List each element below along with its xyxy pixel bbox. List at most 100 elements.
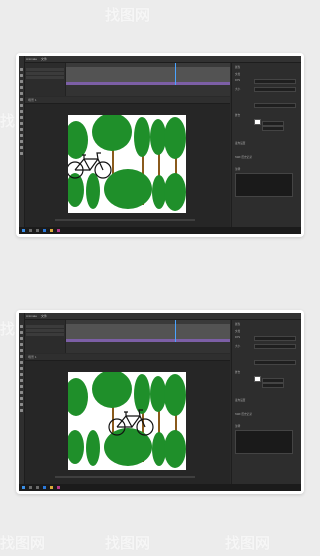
text-tool-icon[interactable] (20, 98, 23, 101)
line-tool-icon[interactable] (20, 361, 23, 364)
layer-row[interactable] (26, 68, 64, 71)
stage-area: 场景 1 (25, 97, 230, 227)
zoom-icon[interactable] (20, 409, 23, 412)
taskview-icon[interactable] (36, 229, 39, 232)
subselect-tool-icon[interactable] (20, 331, 23, 334)
animate-icon[interactable] (57, 229, 60, 232)
windows-icon[interactable] (22, 229, 25, 232)
playhead[interactable] (175, 63, 176, 85)
hand-icon[interactable] (20, 146, 23, 149)
option-field[interactable] (262, 126, 284, 131)
menu-item[interactable]: 文件 (41, 314, 47, 318)
timeline-panel (25, 63, 230, 96)
free-transform-icon[interactable] (20, 80, 23, 83)
tree (134, 117, 150, 157)
notes-textarea[interactable] (235, 173, 293, 197)
fps-label: FPS (235, 79, 241, 82)
layer-row[interactable] (26, 76, 64, 79)
stage-color-swatch[interactable] (254, 376, 261, 382)
stage-canvas[interactable] (68, 372, 186, 470)
watermark: 找图网 (105, 6, 151, 24)
notes-label: 注释 (235, 168, 241, 171)
layer-row[interactable] (26, 325, 64, 328)
eyedropper-icon[interactable] (20, 391, 23, 394)
properties-tab[interactable]: 属性 (235, 322, 240, 326)
size-label: 大小 (235, 345, 241, 348)
explorer-icon[interactable] (50, 229, 53, 232)
size-field[interactable] (254, 87, 296, 92)
search-icon[interactable] (29, 229, 32, 232)
layer-row[interactable] (26, 72, 64, 75)
menu-item[interactable]: Animate (26, 57, 37, 61)
stage-label: 舞台 (235, 114, 241, 117)
stage-scrollbar[interactable] (55, 476, 195, 478)
size-label: 大小 (235, 88, 241, 91)
size-field[interactable] (254, 344, 296, 349)
animate-window: Animate 文件 场景 1 属性 文档 FPS 大小 舞台 发布设置 SWF… (19, 56, 301, 234)
frames-grid[interactable] (66, 67, 230, 82)
bucket-icon[interactable] (20, 385, 23, 388)
zoom-icon[interactable] (20, 152, 23, 155)
line-tool-icon[interactable] (20, 104, 23, 107)
fps-field[interactable] (254, 336, 296, 341)
bucket-icon[interactable] (20, 128, 23, 131)
swf-history-label: SWF 历史记录 (235, 156, 252, 159)
explorer-icon[interactable] (50, 486, 53, 489)
rect-tool-icon[interactable] (20, 110, 23, 113)
publish-label: 发布设置 (235, 142, 246, 145)
swf-history-label: SWF 历史记录 (235, 413, 252, 416)
properties-tab[interactable]: 属性 (235, 65, 240, 69)
tween-span[interactable] (66, 339, 230, 342)
text-tool-icon[interactable] (20, 355, 23, 358)
pencil-icon[interactable] (20, 116, 23, 119)
select-tool-icon[interactable] (20, 325, 23, 328)
stage-field[interactable] (254, 360, 296, 365)
menu-item[interactable]: 文件 (41, 57, 47, 61)
edge-icon[interactable] (43, 229, 46, 232)
edge-icon[interactable] (43, 486, 46, 489)
taskview-icon[interactable] (36, 486, 39, 489)
hand-icon[interactable] (20, 403, 23, 406)
menu-item[interactable]: Animate (26, 314, 37, 318)
brush-icon[interactable] (20, 122, 23, 125)
tree (164, 430, 186, 468)
free-transform-icon[interactable] (20, 337, 23, 340)
subselect-tool-icon[interactable] (20, 74, 23, 77)
lasso-icon[interactable] (20, 343, 23, 346)
tree (92, 372, 132, 408)
scene-tab[interactable]: 场景 1 (25, 354, 230, 361)
layer-row[interactable] (26, 329, 64, 332)
pen-icon[interactable] (20, 349, 23, 352)
eraser-icon[interactable] (20, 397, 23, 400)
brush-icon[interactable] (20, 379, 23, 382)
layer-row[interactable] (26, 333, 64, 336)
playhead[interactable] (175, 320, 176, 342)
rect-tool-icon[interactable] (20, 367, 23, 370)
pencil-icon[interactable] (20, 373, 23, 376)
bicycle-drawing (108, 409, 154, 436)
properties-panel: 属性 文档 FPS 大小 舞台 发布设置 SWF 历史记录 注释 (231, 63, 301, 234)
search-icon[interactable] (29, 486, 32, 489)
tween-span[interactable] (66, 82, 230, 85)
stage-field[interactable] (254, 103, 296, 108)
select-tool-icon[interactable] (20, 68, 23, 71)
stage-scrollbar[interactable] (55, 219, 195, 221)
eraser-icon[interactable] (20, 140, 23, 143)
option-field[interactable] (262, 383, 284, 388)
fps-field[interactable] (254, 79, 296, 84)
stage-label: 舞台 (235, 371, 241, 374)
notes-label: 注释 (235, 425, 241, 428)
windows-icon[interactable] (22, 486, 25, 489)
stage-canvas[interactable] (68, 115, 186, 213)
eyedropper-icon[interactable] (20, 134, 23, 137)
animate-icon[interactable] (57, 486, 60, 489)
timeline-panel (25, 320, 230, 353)
lasso-icon[interactable] (20, 86, 23, 89)
screenshot-card: Animate 文件 场景 1 属性 文档 FPS 大小 舞台 发布设置 SWF… (16, 53, 304, 237)
scene-tab[interactable]: 场景 1 (25, 97, 230, 104)
stage-color-swatch[interactable] (254, 119, 261, 125)
frames-grid[interactable] (66, 324, 230, 339)
tree (164, 173, 186, 211)
notes-textarea[interactable] (235, 430, 293, 454)
pen-icon[interactable] (20, 92, 23, 95)
